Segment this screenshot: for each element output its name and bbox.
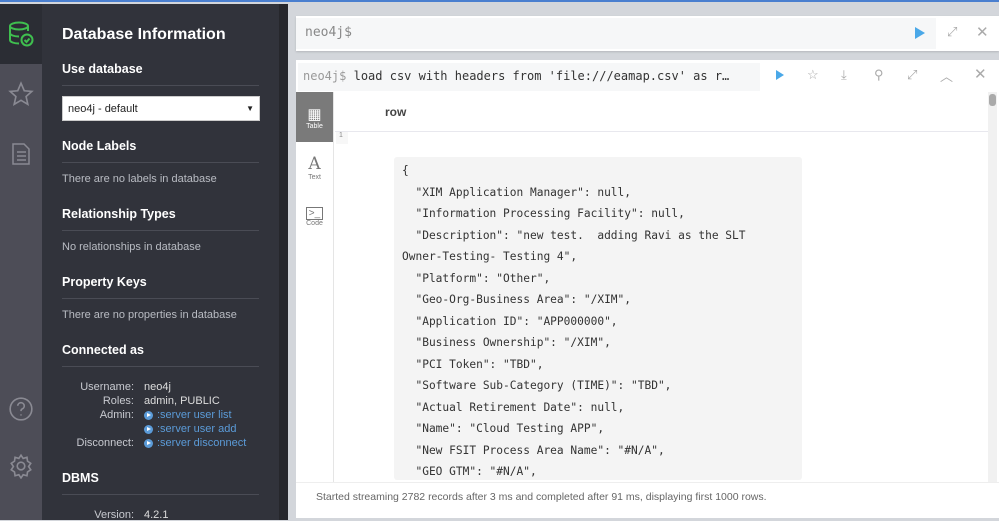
view-switcher: ▦ Table A Text >_ Code	[296, 92, 334, 482]
play-icon	[144, 410, 153, 420]
frame-prompt: neo4j$	[303, 69, 347, 83]
result-scrollbar[interactable]	[988, 92, 997, 482]
admin-label: Admin:	[99, 409, 134, 421]
drawer-scrollbar[interactable]	[279, 4, 288, 520]
relationship-types-heading: Relationship Types	[62, 207, 259, 231]
relationship-types-empty: No relationships in database	[62, 241, 201, 253]
result-frame: neo4j$ load csv with headers from 'file:…	[296, 60, 999, 518]
pin-icon[interactable]: ⚲	[874, 67, 884, 83]
frame-command-text: load csv with headers from 'file:///eama…	[353, 69, 730, 83]
dropdown-arrow-icon: ▼	[246, 104, 254, 113]
download-icon[interactable]: ⤓	[841, 67, 847, 83]
database-select[interactable]: neo4j - default ▼	[62, 96, 260, 121]
close-icon[interactable]: ✕	[976, 23, 989, 41]
server-disconnect-link[interactable]: :server disconnect	[144, 437, 259, 449]
username-label: Username:	[80, 381, 134, 393]
code-icon: >_	[305, 207, 324, 220]
roles-label: Roles:	[102, 395, 134, 407]
run-button[interactable]	[915, 27, 925, 39]
link-text: :server user add	[157, 423, 237, 435]
version-label: Version:	[94, 509, 134, 521]
collapse-icon[interactable]: ︿	[940, 66, 953, 85]
node-labels-empty: There are no labels in database	[62, 173, 217, 185]
link-text: :server user list	[157, 409, 232, 421]
play-icon	[144, 438, 153, 448]
close-frame-icon[interactable]: ✕	[974, 65, 987, 83]
query-input[interactable]: neo4j$	[296, 18, 936, 49]
play-icon	[144, 424, 153, 434]
dbms-heading: DBMS	[62, 471, 259, 495]
row-number: 1	[336, 132, 348, 144]
rerun-button[interactable]	[776, 70, 784, 80]
username-value: neo4j	[144, 381, 171, 393]
fullscreen-icon[interactable]: ⤢	[907, 67, 917, 83]
drawer-title: Database Information	[62, 26, 226, 43]
tab-text[interactable]: A Text	[296, 142, 333, 192]
status-message: Started streaming 2782 records after 3 m…	[296, 482, 999, 518]
database-information-drawer: Database Information Use database neo4j …	[42, 4, 279, 521]
database-icon[interactable]	[0, 4, 42, 64]
table-icon: ▦	[307, 105, 322, 123]
link-text: :server disconnect	[157, 437, 247, 449]
disconnect-label: Disconnect:	[76, 437, 134, 449]
star-icon[interactable]	[0, 64, 42, 124]
roles-value: admin, PUBLIC	[144, 395, 220, 407]
connected-as-heading: Connected as	[62, 343, 259, 367]
settings-icon[interactable]	[0, 436, 42, 496]
help-icon[interactable]	[0, 379, 42, 439]
expand-icon[interactable]: ⤢	[947, 24, 957, 40]
server-user-list-link[interactable]: :server user list	[144, 409, 259, 421]
query-editor: neo4j$ ⤢ ✕	[296, 16, 999, 51]
tab-label: Code	[306, 220, 323, 227]
property-keys-empty: There are no properties in database	[62, 309, 237, 321]
tab-code[interactable]: >_ Code	[296, 192, 333, 242]
property-keys-heading: Property Keys	[62, 275, 259, 299]
row-value: { "XIM Application Manager": null, "Info…	[394, 157, 802, 480]
frame-command[interactable]: neo4j$ load csv with headers from 'file:…	[298, 63, 760, 91]
column-header-row: row	[335, 92, 989, 132]
use-database-heading: Use database	[62, 62, 259, 86]
star-icon[interactable]: ☆	[807, 67, 819, 83]
selected-database: neo4j - default	[68, 102, 138, 115]
server-user-add-link[interactable]: :server user add	[144, 423, 259, 435]
node-labels-heading: Node Labels	[62, 139, 259, 163]
document-icon[interactable]	[0, 124, 42, 184]
version-value: 4.2.1	[144, 509, 169, 521]
tab-label: Table	[306, 122, 323, 130]
icon-sidebar	[0, 4, 42, 520]
tab-table[interactable]: ▦ Table	[296, 92, 333, 142]
text-icon: A	[308, 153, 321, 174]
tab-label: Text	[308, 173, 321, 181]
